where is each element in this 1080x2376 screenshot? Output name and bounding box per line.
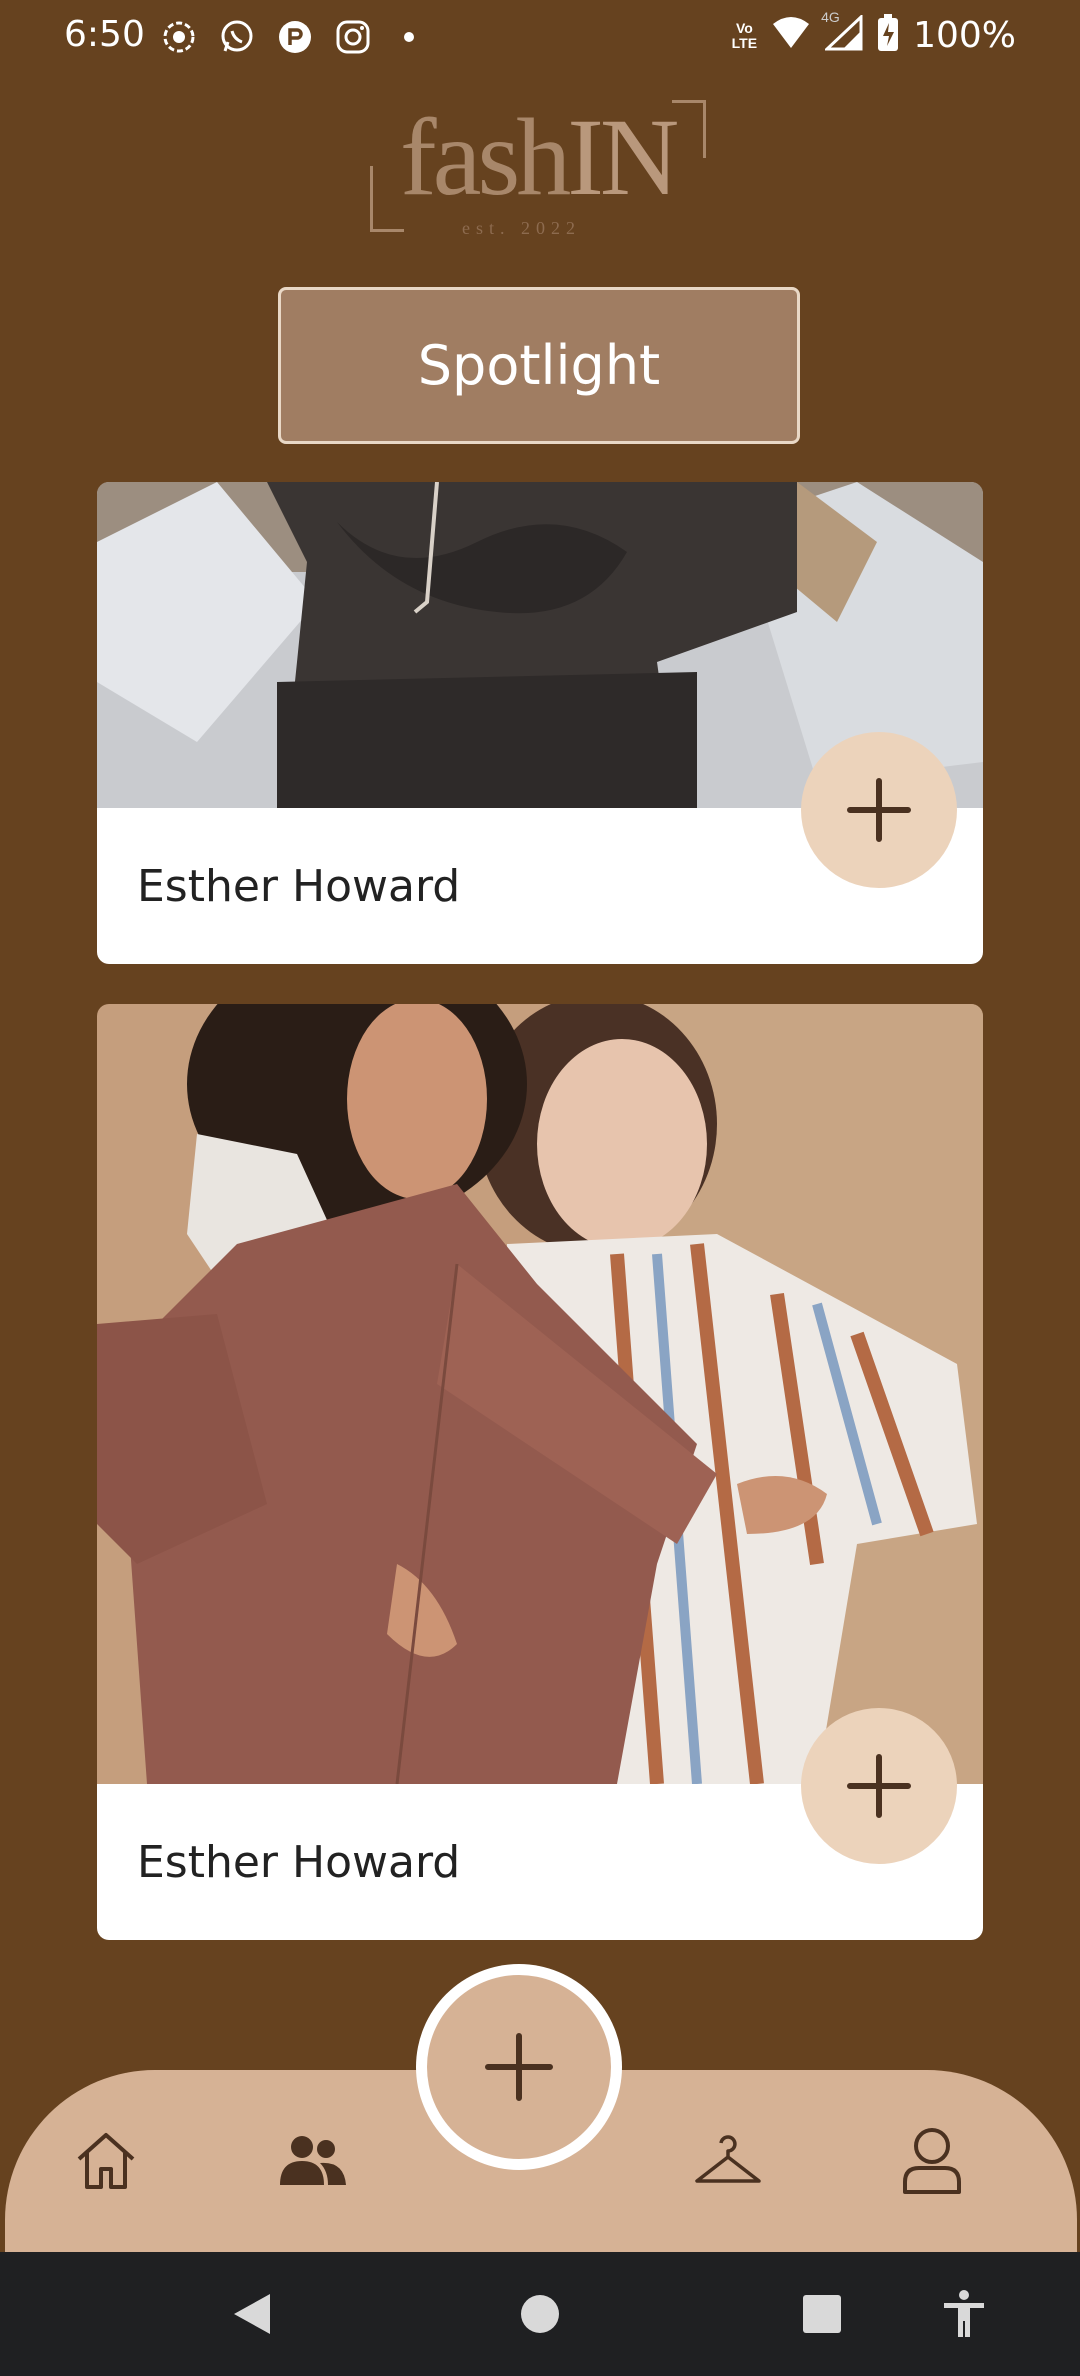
plus-icon: [847, 1754, 911, 1818]
post-card[interactable]: Esther Howard: [97, 482, 983, 964]
post-author-name: Esther Howard: [137, 860, 461, 912]
profile-icon[interactable]: [892, 2120, 972, 2200]
plus-icon: [847, 778, 911, 842]
status-time: 6:50: [64, 14, 145, 55]
people-icon[interactable]: [272, 2120, 352, 2200]
signal-icon: 4G: [821, 9, 863, 56]
logo-tagline: est. 2022: [462, 218, 581, 238]
volte-indicator: Vo LTE: [731, 19, 758, 51]
battery-icon: [877, 14, 899, 57]
back-icon[interactable]: [222, 2284, 282, 2344]
fashin-logo: fashIN est. 2022: [370, 96, 710, 246]
spotlight-button[interactable]: Spotlight: [278, 287, 800, 444]
status-bar: 6:50 Vo LTE 4G 100%: [0, 0, 1080, 76]
notification-icons: [160, 18, 414, 56]
home-icon[interactable]: [66, 2120, 146, 2200]
dot-icon: [404, 32, 414, 42]
system-navigation-bar: [0, 2252, 1080, 2376]
hanger-icon[interactable]: [688, 2120, 768, 2200]
add-to-wardrobe-button[interactable]: [801, 1708, 957, 1864]
network-type: 4G: [821, 9, 840, 25]
screen-record-icon: [160, 18, 198, 56]
logo-word-in: IN: [567, 96, 679, 218]
home-circle-icon[interactable]: [510, 2284, 570, 2344]
add-to-wardrobe-button[interactable]: [801, 732, 957, 888]
logo-word-fash: fash: [400, 96, 571, 218]
logo-bracket-left: [370, 166, 404, 232]
post-author-name: Esther Howard: [137, 1836, 461, 1888]
whatsapp-icon: [218, 18, 256, 56]
system-status: Vo LTE 4G 100%: [731, 9, 1016, 57]
wifi-icon: [771, 16, 811, 55]
create-post-button[interactable]: [416, 1964, 622, 2170]
battery-percent: 100%: [913, 15, 1016, 56]
post-image[interactable]: [97, 1004, 983, 1784]
post-card[interactable]: Esther Howard: [97, 1004, 983, 1940]
logo-wordmark: fashIN: [400, 102, 679, 212]
plus-icon: [485, 2033, 553, 2101]
recents-icon[interactable]: [792, 2284, 852, 2344]
create-post-inner: [427, 1975, 611, 2159]
logo-bracket-right: [672, 100, 706, 158]
app-r-icon: [276, 18, 314, 56]
instagram-icon: [334, 18, 372, 56]
accessibility-icon[interactable]: [934, 2284, 994, 2344]
